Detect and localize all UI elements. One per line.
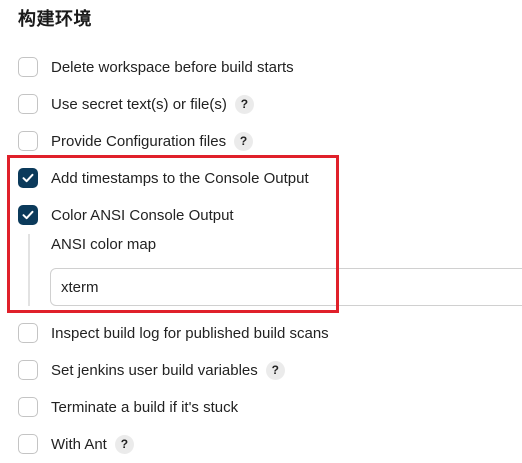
help-icon[interactable]: ?: [234, 94, 254, 114]
ansi-color-map-input[interactable]: [50, 268, 522, 306]
checkbox-inspect-build-log[interactable]: [18, 323, 38, 343]
option-inspect-build-log[interactable]: Inspect build log for published build sc…: [18, 321, 329, 345]
option-label: Use secret text(s) or file(s): [51, 95, 227, 113]
checkbox-with-ant[interactable]: [18, 434, 38, 454]
help-icon[interactable]: ?: [234, 131, 254, 151]
option-provide-config-files[interactable]: Provide Configuration files ?: [18, 129, 254, 153]
ansi-color-map-label: ANSI color map: [51, 236, 157, 253]
checkbox-delete-workspace[interactable]: [18, 57, 38, 77]
option-label: Delete workspace before build starts: [51, 58, 294, 76]
option-color-ansi[interactable]: Color ANSI Console Output: [18, 203, 234, 227]
option-with-ant[interactable]: With Ant ?: [18, 432, 134, 456]
option-delete-workspace[interactable]: Delete workspace before build starts: [18, 55, 294, 79]
nested-indent-bar: [28, 234, 30, 306]
option-label: Inspect build log for published build sc…: [51, 324, 329, 342]
checkbox-add-timestamps[interactable]: [18, 168, 38, 188]
option-label: With Ant: [51, 435, 107, 453]
option-label: Terminate a build if it's stuck: [51, 398, 239, 416]
option-label: Add timestamps to the Console Output: [51, 169, 309, 187]
option-terminate-stuck-build[interactable]: Terminate a build if it's stuck: [18, 395, 238, 419]
checkbox-set-jenkins-user-vars[interactable]: [18, 360, 38, 380]
build-environment-panel: 构建环境 Delete workspace before build start…: [0, 0, 522, 463]
checkmark-icon: [22, 173, 34, 183]
section-title: 构建环境: [18, 9, 92, 29]
help-icon[interactable]: ?: [265, 360, 285, 380]
option-label: Color ANSI Console Output: [51, 206, 234, 224]
checkbox-use-secret[interactable]: [18, 94, 38, 114]
checkbox-color-ansi[interactable]: [18, 205, 38, 225]
option-label: Provide Configuration files: [51, 132, 227, 150]
help-icon[interactable]: ?: [114, 434, 134, 454]
checkbox-provide-config-files[interactable]: [18, 131, 38, 151]
option-add-timestamps[interactable]: Add timestamps to the Console Output: [18, 166, 309, 190]
option-label: Set jenkins user build variables: [51, 361, 258, 379]
option-set-jenkins-user-vars[interactable]: Set jenkins user build variables ?: [18, 358, 285, 382]
checkbox-terminate-stuck-build[interactable]: [18, 397, 38, 417]
option-use-secret[interactable]: Use secret text(s) or file(s) ?: [18, 92, 254, 116]
checkmark-icon: [22, 210, 34, 220]
